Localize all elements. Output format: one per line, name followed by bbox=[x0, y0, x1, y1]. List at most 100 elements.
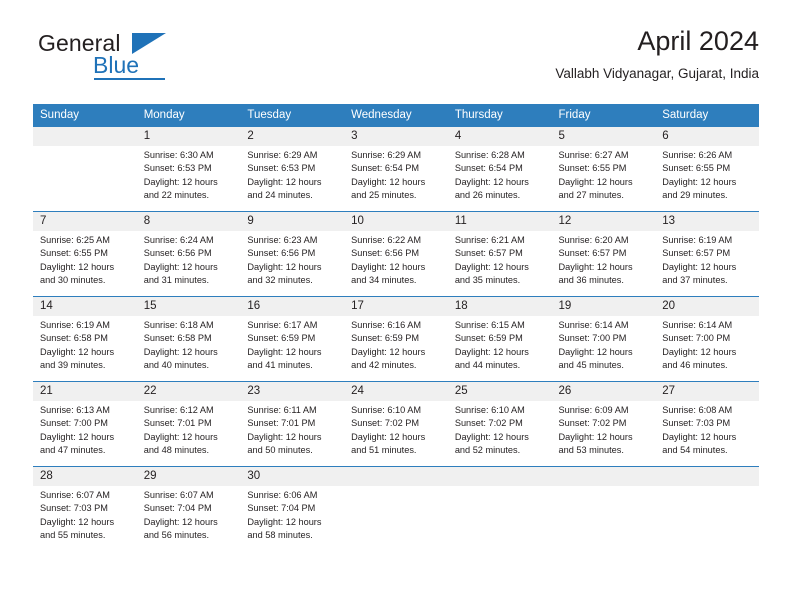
week-daynumber-row: 28 29 30 bbox=[33, 466, 759, 486]
day-number-5[interactable]: 5 bbox=[551, 127, 656, 146]
calendar-header-row: Sunday Monday Tuesday Wednesday Thursday Frid… bbox=[33, 104, 759, 127]
day-details-8[interactable]: Sunrise: 6:24 AM Sunset: 6:56 PM Daylight:… bbox=[136, 231, 241, 297]
day-details-22[interactable]: Sunrise: 6:12 AM Sunset: 7:01 PM Daylight:… bbox=[136, 401, 241, 467]
day-detail-line: and 39 minutes. bbox=[40, 359, 106, 370]
day-details-2[interactable]: Sunrise: 6:29 AM Sunset: 6:53 PM Daylight:… bbox=[240, 146, 345, 212]
day-detail-line: Sunset: 6:57 PM bbox=[662, 248, 731, 259]
day-details-20[interactable]: Sunrise: 6:14 AM Sunset: 7:00 PM Daylight:… bbox=[655, 316, 759, 382]
day-details-empty bbox=[344, 486, 448, 551]
day-detail-line: and 48 minutes. bbox=[143, 444, 210, 455]
day-detail-line: Daylight: 12 hours bbox=[143, 261, 218, 272]
day-detail-line: Sunrise: 6:25 AM bbox=[40, 235, 110, 245]
day-details-27[interactable]: Sunrise: 6:08 AM Sunset: 7:03 PM Daylight:… bbox=[655, 401, 759, 467]
day-details-6[interactable]: Sunrise: 6:26 AM Sunset: 6:55 PM Daylight:… bbox=[655, 146, 759, 212]
day-number-20[interactable]: 20 bbox=[655, 296, 759, 316]
day-number-27[interactable]: 27 bbox=[655, 381, 759, 401]
day-details-14[interactable]: Sunrise: 6:19 AM Sunset: 6:58 PM Daylight:… bbox=[33, 316, 137, 382]
day-number-26[interactable]: 26 bbox=[551, 381, 656, 401]
day-detail-line: Daylight: 12 hours bbox=[351, 261, 426, 272]
day-number-8[interactable]: 8 bbox=[136, 211, 241, 231]
day-number-19[interactable]: 19 bbox=[551, 296, 656, 316]
day-number-25[interactable]: 25 bbox=[447, 381, 552, 401]
day-details-26[interactable]: Sunrise: 6:09 AM Sunset: 7:02 PM Daylight:… bbox=[551, 401, 656, 467]
day-number-13[interactable]: 13 bbox=[655, 211, 759, 231]
day-number-15[interactable]: 15 bbox=[136, 296, 241, 316]
day-detail-line: and 26 minutes. bbox=[454, 189, 521, 200]
day-detail-line: and 54 minutes. bbox=[662, 444, 728, 455]
day-detail-line: and 34 minutes. bbox=[351, 274, 417, 285]
day-number-23[interactable]: 23 bbox=[240, 381, 345, 401]
day-detail-line: Daylight: 12 hours bbox=[454, 176, 529, 187]
day-detail-line: Sunrise: 6:15 AM bbox=[454, 320, 525, 330]
day-detail-line: Daylight: 12 hours bbox=[351, 176, 426, 187]
day-detail-line: Sunrise: 6:14 AM bbox=[558, 320, 629, 330]
page-header: General Blue April 2024 Vallabh Vidyanag… bbox=[33, 24, 759, 96]
day-number-1[interactable]: 1 bbox=[136, 127, 241, 146]
day-detail-line: Sunset: 6:58 PM bbox=[40, 333, 108, 344]
day-detail-line: Sunset: 7:02 PM bbox=[454, 418, 523, 429]
day-details-21[interactable]: Sunrise: 6:13 AM Sunset: 7:00 PM Daylight:… bbox=[33, 401, 137, 467]
day-number-empty bbox=[655, 466, 759, 486]
day-details-1[interactable]: Sunrise: 6:30 AM Sunset: 6:53 PM Daylight:… bbox=[136, 146, 241, 212]
day-details-11[interactable]: Sunrise: 6:21 AM Sunset: 6:57 PM Daylight:… bbox=[447, 231, 552, 297]
day-detail-line: Sunrise: 6:08 AM bbox=[662, 405, 733, 415]
day-detail-line: Sunset: 7:03 PM bbox=[40, 503, 108, 514]
day-number-2[interactable]: 2 bbox=[240, 127, 345, 146]
day-number-3[interactable]: 3 bbox=[344, 127, 448, 146]
day-detail-line: Sunrise: 6:06 AM bbox=[247, 490, 318, 500]
day-number-18[interactable]: 18 bbox=[447, 296, 552, 316]
day-number-17[interactable]: 17 bbox=[344, 296, 448, 316]
day-number-14[interactable]: 14 bbox=[33, 296, 137, 316]
week-detail-row: Sunrise: 6:19 AM Sunset: 6:58 PM Daylight:… bbox=[33, 316, 759, 382]
day-details-13[interactable]: Sunrise: 6:19 AM Sunset: 6:57 PM Daylight:… bbox=[655, 231, 759, 297]
day-detail-line: Sunrise: 6:19 AM bbox=[662, 235, 733, 245]
day-details-18[interactable]: Sunrise: 6:15 AM Sunset: 6:59 PM Daylight:… bbox=[447, 316, 552, 382]
day-details-5[interactable]: Sunrise: 6:27 AM Sunset: 6:55 PM Daylight:… bbox=[551, 146, 656, 212]
day-number-24[interactable]: 24 bbox=[344, 381, 448, 401]
day-number-28[interactable]: 28 bbox=[33, 466, 137, 486]
day-detail-line: Sunset: 6:57 PM bbox=[454, 248, 523, 259]
week-detail-row: Sunrise: 6:13 AM Sunset: 7:00 PM Daylight:… bbox=[33, 401, 759, 467]
day-details-19[interactable]: Sunrise: 6:14 AM Sunset: 7:00 PM Daylight:… bbox=[551, 316, 656, 382]
day-details-24[interactable]: Sunrise: 6:10 AM Sunset: 7:02 PM Daylight:… bbox=[344, 401, 448, 467]
day-details-29[interactable]: Sunrise: 6:07 AM Sunset: 7:04 PM Daylight:… bbox=[136, 486, 241, 551]
day-detail-line: Daylight: 12 hours bbox=[247, 346, 322, 357]
day-number-4[interactable]: 4 bbox=[447, 127, 552, 146]
day-details-empty bbox=[447, 486, 552, 551]
day-detail-line: Sunset: 6:53 PM bbox=[143, 163, 212, 174]
day-details-7[interactable]: Sunrise: 6:25 AM Sunset: 6:55 PM Daylight:… bbox=[33, 231, 137, 297]
day-details-30[interactable]: Sunrise: 6:06 AM Sunset: 7:04 PM Daylight:… bbox=[240, 486, 345, 551]
day-number-22[interactable]: 22 bbox=[136, 381, 241, 401]
day-detail-line: Sunset: 7:04 PM bbox=[143, 503, 212, 514]
day-details-28[interactable]: Sunrise: 6:07 AM Sunset: 7:03 PM Daylight:… bbox=[33, 486, 137, 551]
day-details-9[interactable]: Sunrise: 6:23 AM Sunset: 6:56 PM Daylight:… bbox=[240, 231, 345, 297]
day-detail-line: Sunrise: 6:11 AM bbox=[247, 405, 317, 415]
day-details-15[interactable]: Sunrise: 6:18 AM Sunset: 6:58 PM Daylight:… bbox=[136, 316, 241, 382]
day-detail-line: and 30 minutes. bbox=[40, 274, 106, 285]
day-details-10[interactable]: Sunrise: 6:22 AM Sunset: 6:56 PM Daylight:… bbox=[344, 231, 448, 297]
day-details-4[interactable]: Sunrise: 6:28 AM Sunset: 6:54 PM Daylight:… bbox=[447, 146, 552, 212]
day-details-23[interactable]: Sunrise: 6:11 AM Sunset: 7:01 PM Daylight:… bbox=[240, 401, 345, 467]
day-detail-line: and 41 minutes. bbox=[247, 359, 313, 370]
day-number-30[interactable]: 30 bbox=[240, 466, 345, 486]
day-number-12[interactable]: 12 bbox=[551, 211, 656, 231]
day-detail-line: and 32 minutes. bbox=[247, 274, 313, 285]
day-number-7[interactable]: 7 bbox=[33, 211, 137, 231]
day-number-16[interactable]: 16 bbox=[240, 296, 345, 316]
day-details-3[interactable]: Sunrise: 6:29 AM Sunset: 6:54 PM Daylight:… bbox=[344, 146, 448, 212]
day-number-10[interactable]: 10 bbox=[344, 211, 448, 231]
day-detail-line: and 56 minutes. bbox=[143, 529, 210, 540]
day-number-6[interactable]: 6 bbox=[655, 127, 759, 146]
day-detail-line: Sunset: 6:55 PM bbox=[558, 163, 627, 174]
day-details-25[interactable]: Sunrise: 6:10 AM Sunset: 7:02 PM Daylight:… bbox=[447, 401, 552, 467]
day-details-16[interactable]: Sunrise: 6:17 AM Sunset: 6:59 PM Daylight:… bbox=[240, 316, 345, 382]
day-number-11[interactable]: 11 bbox=[447, 211, 552, 231]
day-number-21[interactable]: 21 bbox=[33, 381, 137, 401]
day-number-29[interactable]: 29 bbox=[136, 466, 241, 486]
day-details-12[interactable]: Sunrise: 6:20 AM Sunset: 6:57 PM Daylight:… bbox=[551, 231, 656, 297]
day-detail-line: Daylight: 12 hours bbox=[662, 261, 737, 272]
day-detail-line: Sunset: 7:00 PM bbox=[40, 418, 108, 429]
day-details-17[interactable]: Sunrise: 6:16 AM Sunset: 6:59 PM Daylight:… bbox=[344, 316, 448, 382]
day-number-9[interactable]: 9 bbox=[240, 211, 345, 231]
general-blue-logo[interactable]: General Blue bbox=[38, 30, 238, 86]
